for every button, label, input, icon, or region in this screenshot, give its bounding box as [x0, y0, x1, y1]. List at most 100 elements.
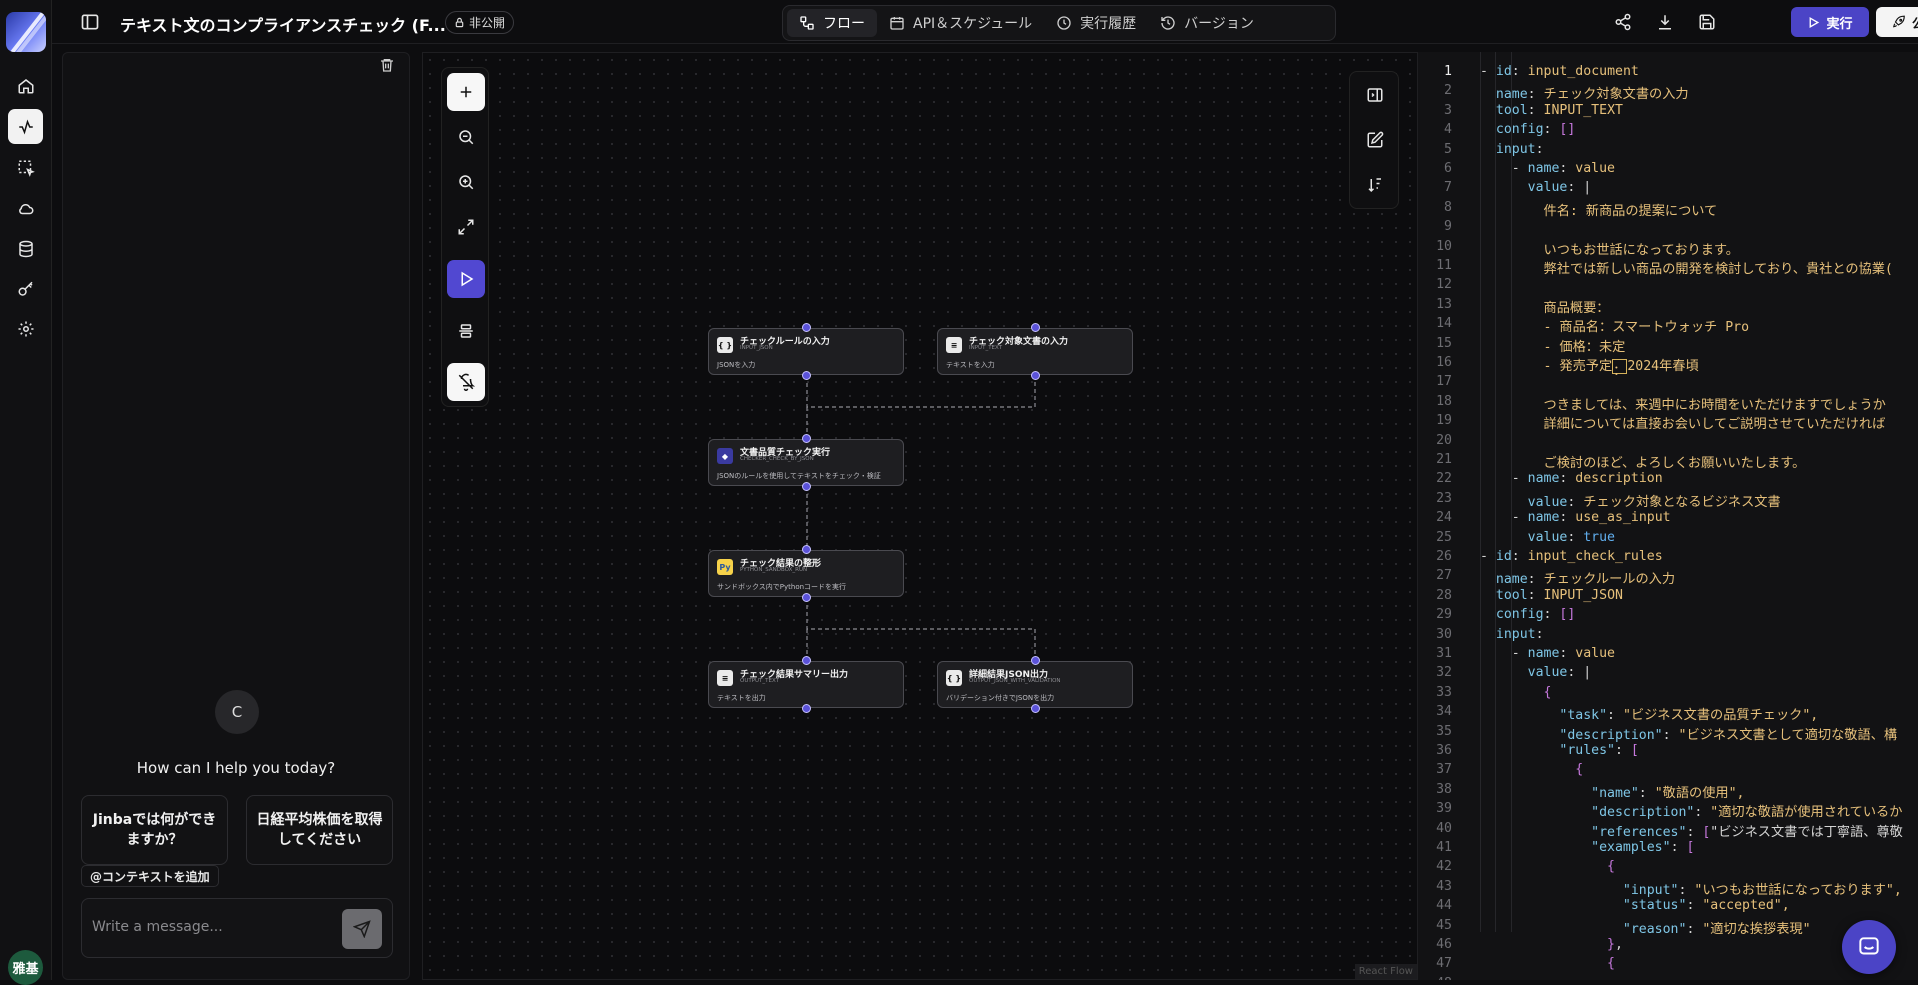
code-line[interactable]: 26 - id: input_check_rules — [1418, 549, 1918, 568]
activity-icon[interactable] — [8, 109, 43, 144]
cloud-icon[interactable] — [8, 191, 43, 226]
send-button[interactable] — [342, 909, 382, 949]
code-line[interactable]: 36 "rules": [ — [1418, 743, 1918, 762]
node-handle[interactable] — [802, 434, 811, 443]
app-rail: 雅基 — [0, 0, 52, 985]
code-line[interactable]: 45 "reason": "適切な挨拶表現" — [1418, 918, 1918, 937]
visibility-badge[interactable]: 非公開 — [445, 11, 515, 34]
save-icon[interactable] — [1698, 13, 1716, 31]
code-line[interactable]: 31 - name: value — [1418, 646, 1918, 665]
code-line[interactable]: 29 config: [] — [1418, 607, 1918, 626]
code-line[interactable]: 33 { — [1418, 685, 1918, 704]
code-line[interactable]: 5 input: — [1418, 142, 1918, 161]
code-line[interactable]: 32 value: | — [1418, 665, 1918, 684]
code-line[interactable]: 4 config: [] — [1418, 122, 1918, 141]
line-text: "task": "ビジネス文書の品質チェック", — [1559, 708, 1819, 724]
sidebar-toggle-icon[interactable] — [80, 12, 100, 32]
node-handle[interactable] — [802, 593, 811, 602]
tab-flow[interactable]: フロー — [787, 9, 877, 37]
tab-run-history[interactable]: 実行履歴 — [1044, 9, 1148, 37]
node-handle[interactable] — [802, 545, 811, 554]
react-flow-attribution[interactable]: React Flow — [1354, 964, 1417, 979]
node-description: JSONのルールを使用してテキストをチェック・検証 — [717, 472, 881, 480]
node-handle[interactable] — [1031, 371, 1040, 380]
code-line[interactable]: 3 tool: INPUT_TEXT — [1418, 103, 1918, 122]
code-line[interactable]: 1 - id: input_document — [1418, 64, 1918, 83]
flow-node-check-rules[interactable]: { } チェックルールの入力 INPUT_JSON JSONを入力 — [708, 328, 904, 375]
node-handle[interactable] — [802, 371, 811, 380]
suggestion-card[interactable]: 日経平均株価を取得してください — [246, 795, 393, 865]
code-line[interactable]: 44 "status": "accepted", — [1418, 898, 1918, 917]
code-line[interactable]: 37 { — [1418, 762, 1918, 781]
code-line[interactable]: 48 "input": "よろしく", — [1418, 976, 1918, 980]
tab-versions[interactable]: バージョン — [1148, 9, 1266, 37]
code-line[interactable]: 14 - 商品名：スマートウォッチ Pro — [1418, 316, 1918, 335]
tab-api-schedule[interactable]: API＆スケジュール — [877, 9, 1044, 37]
code-line[interactable]: 21 ご検討のほど、よろしくお願いいたします。 — [1418, 452, 1918, 471]
node-handle[interactable] — [1031, 704, 1040, 713]
share-icon[interactable] — [1614, 13, 1632, 31]
code-line[interactable]: 23 value: チェック対象となるビジネス文書 — [1418, 491, 1918, 510]
code-line[interactable]: 13 商品概要： — [1418, 297, 1918, 316]
node-handle[interactable] — [1031, 323, 1040, 332]
code-line[interactable]: 47 { — [1418, 956, 1918, 975]
flow-node-quality-check[interactable]: ◆ 文書品質チェック実行 CHECKER_CHECK_BY_JSON JSONの… — [708, 439, 904, 486]
code-line[interactable]: 11 弊社では新しい商品の開発を検討しており、貴社との協業( — [1418, 258, 1918, 277]
code-line[interactable]: 27 name: チェックルールの入力 — [1418, 568, 1918, 587]
flow-canvas[interactable]: { } チェックルールの入力 INPUT_JSON JSONを入力 ≡ チェック… — [422, 52, 1418, 980]
code-line[interactable]: 8 件名: 新商品の提案について — [1418, 200, 1918, 219]
help-chat-button[interactable] — [1842, 920, 1896, 974]
code-line[interactable]: 7 value: | — [1418, 180, 1918, 199]
run-button[interactable]: 実行 — [1791, 7, 1869, 37]
code-line[interactable]: 20 — [1418, 433, 1918, 452]
database-icon[interactable] — [8, 231, 43, 266]
code-line[interactable]: 6 - name: value — [1418, 161, 1918, 180]
json-icon: { } — [946, 670, 962, 686]
message-input[interactable] — [92, 919, 322, 935]
line-number: 2 — [1444, 83, 1452, 99]
code-line[interactable]: 40 "references": ["ビジネス文書では丁寧語、尊敬 — [1418, 821, 1918, 840]
code-line[interactable]: 30 input: — [1418, 627, 1918, 646]
node-handle[interactable] — [802, 656, 811, 665]
code-line[interactable]: 38 "name": "敬語の使用", — [1418, 782, 1918, 801]
code-line[interactable]: 25 value: true — [1418, 530, 1918, 549]
yaml-editor[interactable]: 1 - id: input_document 2 name: チェック対象文書の入力… — [1418, 52, 1918, 980]
code-line[interactable]: 34 "task": "ビジネス文書の品質チェック", — [1418, 704, 1918, 723]
publish-button[interactable]: 公開 — [1876, 7, 1918, 37]
node-handle[interactable] — [1031, 656, 1040, 665]
flow-node-json-output[interactable]: { } 詳細結果JSON出力 OUTPUT_JSON_WITH_VALIDATI… — [937, 661, 1133, 708]
code-line[interactable]: 10 いつもお世話になっております。 — [1418, 239, 1918, 258]
code-line[interactable]: 35 "description": "ビジネス文書として適切な敬語、構 — [1418, 724, 1918, 743]
code-line[interactable]: 2 name: チェック対象文書の入力 — [1418, 83, 1918, 102]
suggestion-card[interactable]: Jinbaでは何ができますか？ — [81, 795, 228, 865]
code-line[interactable]: 43 "input": "いつもお世話になっております", — [1418, 879, 1918, 898]
app-logo[interactable] — [6, 12, 46, 52]
code-line[interactable]: 9 — [1418, 219, 1918, 238]
code-line[interactable]: 12 — [1418, 277, 1918, 296]
add-context-button[interactable]: @コンテキストを追加 — [81, 865, 219, 887]
selection-icon[interactable] — [8, 150, 43, 185]
code-line[interactable]: 15 - 価格：未定 — [1418, 336, 1918, 355]
code-line[interactable]: 22 - name: description — [1418, 471, 1918, 490]
home-icon[interactable] — [8, 68, 43, 103]
code-line[interactable]: 16 - 発売予定：2024年春頃 — [1418, 355, 1918, 379]
node-handle[interactable] — [802, 704, 811, 713]
node-handle[interactable] — [802, 482, 811, 491]
code-line[interactable]: 24 - name: use_as_input — [1418, 510, 1918, 529]
settings-icon[interactable] — [8, 311, 43, 346]
flow-node-summary-output[interactable]: ≡ チェック結果サマリー出力 OUTPUT_TEXT テキストを出力 — [708, 661, 904, 708]
flow-node-target-document[interactable]: ≡ チェック対象文書の入力 INPUT_TEXT テキストを入力 — [937, 328, 1133, 375]
code-line[interactable]: 28 tool: INPUT_JSON — [1418, 588, 1918, 607]
key-icon[interactable] — [8, 271, 43, 306]
download-icon[interactable] — [1656, 13, 1674, 31]
trash-icon[interactable] — [379, 57, 395, 73]
code-line[interactable]: 39 "description": "適切な敬語が使用されているか — [1418, 801, 1918, 820]
json-icon: { } — [717, 337, 733, 353]
node-handle[interactable] — [802, 323, 811, 332]
code-line[interactable]: 18 つきましては、来週中にお時間をいただけますでしょうか — [1418, 394, 1918, 413]
code-line[interactable]: 17 — [1418, 374, 1918, 393]
flow-node-format-result[interactable]: Py チェック結果の整形 PYTHON_SANDBOX_RUN サンドボックス内… — [708, 550, 904, 597]
code-line[interactable]: 41 "examples": [ — [1418, 840, 1918, 859]
code-line[interactable]: 19 詳細については直接お会いしてご説明させていただければ — [1418, 413, 1918, 432]
code-line[interactable]: 42 { — [1418, 859, 1918, 878]
